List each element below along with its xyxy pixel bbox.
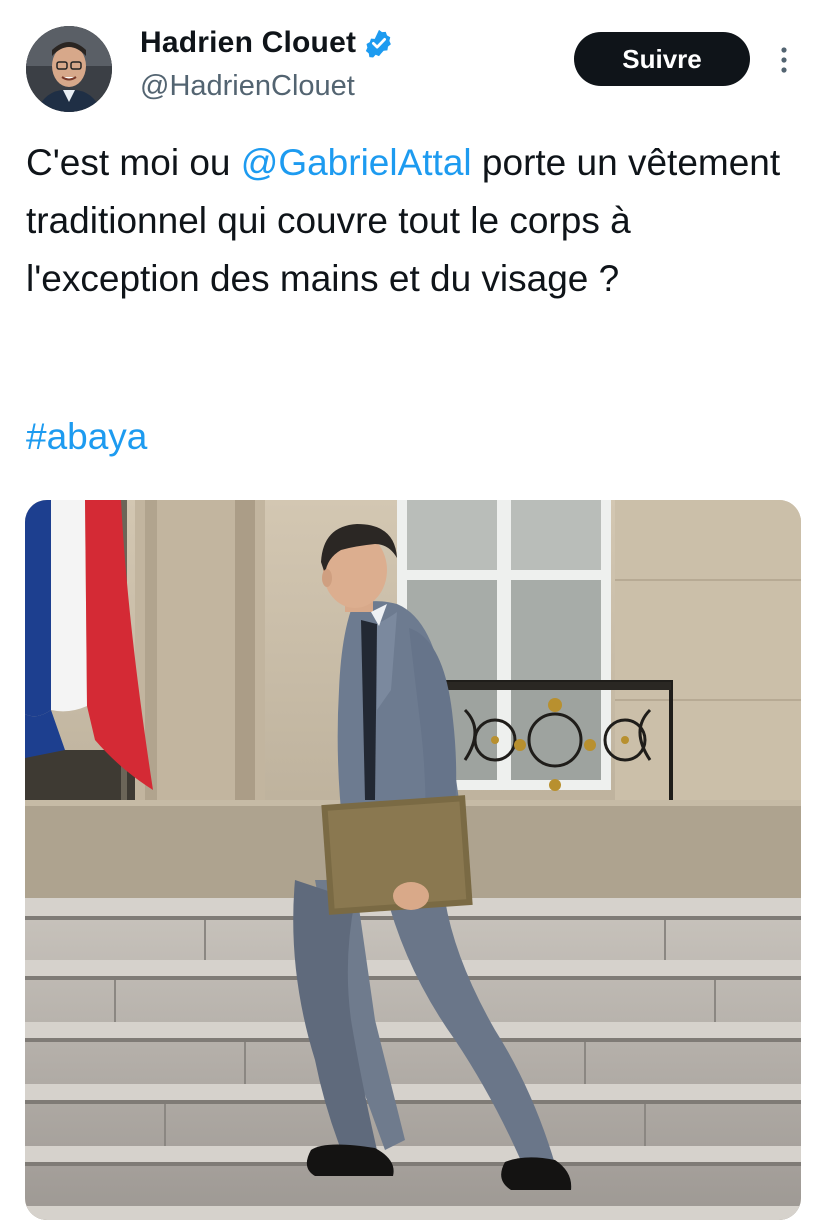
name-row: Hadrien Clouet <box>140 26 394 60</box>
follow-button[interactable]: Suivre <box>574 32 750 86</box>
avatar-image <box>26 26 112 112</box>
mention-link[interactable]: @GabrielAttal <box>241 142 472 183</box>
display-name[interactable]: Hadrien Clouet <box>140 26 356 60</box>
tweet-text: C'est moi ou @GabrielAttal porte un vête… <box>26 134 806 308</box>
tweet-photo[interactable] <box>25 500 801 1220</box>
more-vertical-icon[interactable] <box>770 38 798 82</box>
handle[interactable]: @HadrienClouet <box>140 70 355 103</box>
tweet-text-part: C'est moi ou <box>26 142 241 183</box>
avatar[interactable] <box>26 26 112 112</box>
hashtag-link[interactable]: #abaya <box>26 408 147 466</box>
verified-badge-icon <box>364 28 394 58</box>
tweet-header: Hadrien Clouet @HadrienClouet Suivre <box>0 0 826 120</box>
photo-content <box>25 500 801 1220</box>
